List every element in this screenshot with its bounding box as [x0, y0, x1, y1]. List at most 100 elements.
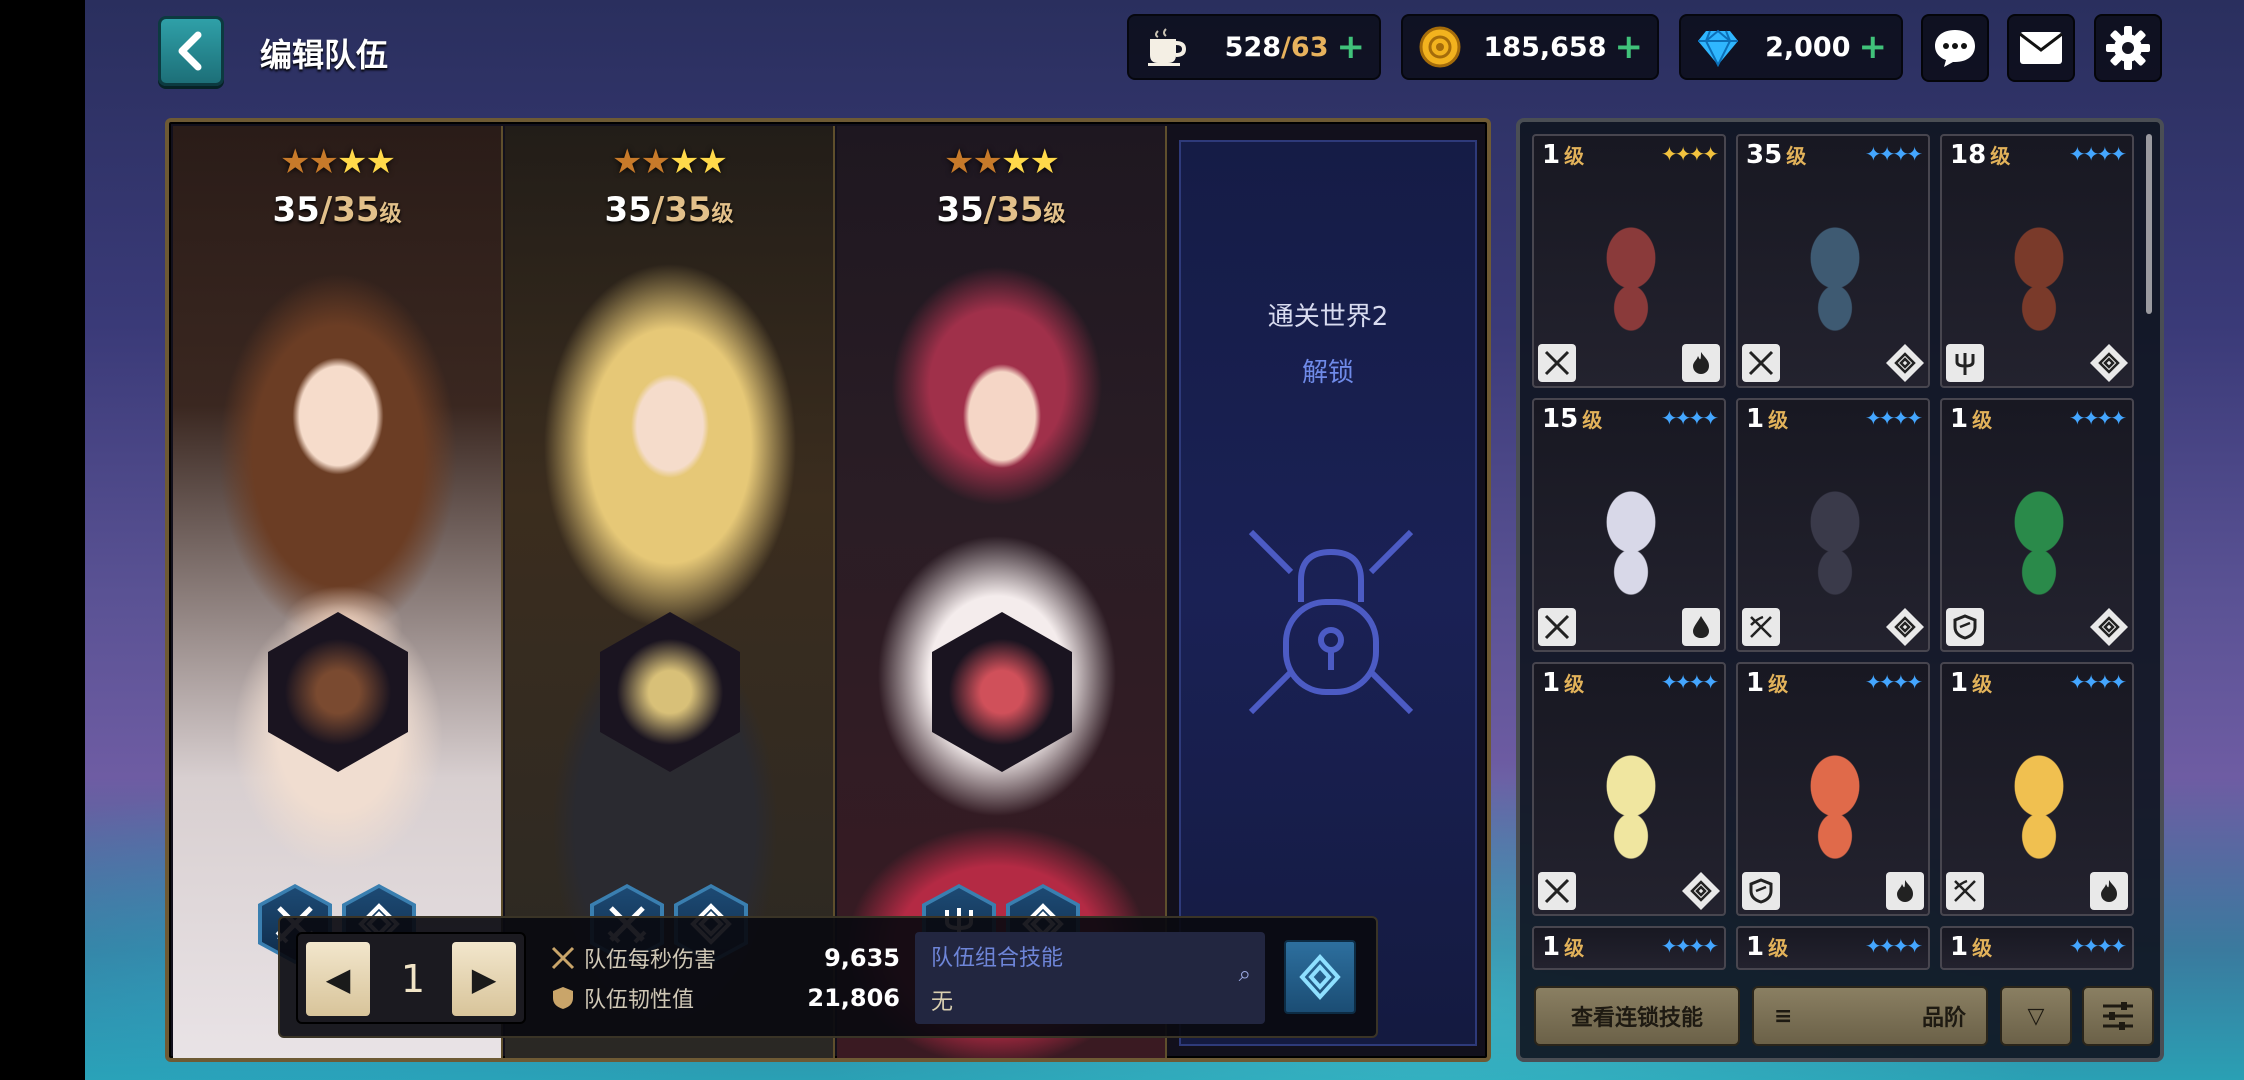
crossed-swords-icon	[551, 946, 575, 970]
hero-roster: 1 级 ✦✦✦✦ 35 级 ✦✦✦✦ 18 级 ✦✦✦✦ 15 级 ✦✦✦✦ 1 级 ✦✦✦✦ 1 级 ✦✦✦✦ 1…	[1516, 118, 2164, 1062]
spiral-icon	[1886, 608, 1924, 646]
stamina-max: 63	[1290, 31, 1329, 63]
star-rating: ✦✦✦✦	[2068, 934, 2127, 958]
add-gold-button[interactable]: +	[1615, 30, 1644, 64]
hero-card-level: 1级	[1950, 404, 1993, 434]
hero-card[interactable]: 1 级 ✦✦✦✦	[1532, 926, 1726, 970]
crossed-bows-icon	[1946, 872, 1984, 910]
star-rating: ✦✦✦✦	[1864, 670, 1923, 694]
hero-card[interactable]: 1 级 ✦✦✦✦	[1940, 398, 2134, 652]
water-icon	[1682, 608, 1720, 646]
filter-button[interactable]	[2082, 986, 2154, 1046]
hero-sprite	[1980, 208, 2098, 340]
fire-icon	[2090, 872, 2128, 910]
search-icon: ⌕	[1238, 962, 1251, 987]
next-team-button[interactable]: ▶	[452, 942, 516, 1016]
unlock-label: 解锁	[1301, 358, 1354, 388]
sort-order-button[interactable]: ▽	[2000, 986, 2072, 1046]
unlock-requirement: 通关世界2	[1267, 302, 1389, 332]
crossed-bows-icon	[1742, 608, 1780, 646]
hero-card[interactable]: 1 级 ✦✦✦✦	[1736, 662, 1930, 916]
star-rating: ✦✦✦✦	[2068, 670, 2127, 694]
hero-card[interactable]: 1 级 ✦✦✦✦	[1736, 926, 1930, 970]
back-button[interactable]	[158, 16, 224, 86]
hero-level: 35/35级	[936, 190, 1066, 230]
hero-card[interactable]: 18 级 ✦✦✦✦	[1940, 134, 2134, 388]
star-rating: ★★★★	[944, 142, 1060, 182]
hero-card[interactable]: 1 级 ✦✦✦✦	[1940, 662, 2134, 916]
stamina-counter: 528/63 +	[1127, 14, 1381, 80]
hero-card[interactable]: 1 级 ✦✦✦✦	[1940, 926, 2134, 970]
locked-team-slot[interactable]: 通关世界2 解锁	[1179, 140, 1477, 1046]
hero-card-level: 15 级	[1542, 404, 1603, 434]
hero-card-level: 18 级	[1950, 140, 2011, 170]
chat-bubble-icon	[1935, 30, 1975, 67]
hero-level: 35/35级	[604, 190, 734, 230]
hero-card-level: 1级	[1950, 932, 1993, 962]
shield-icon	[1946, 608, 1984, 646]
star-rating: ✦✦✦✦	[1864, 934, 1923, 958]
combo-skill-value: 无	[931, 990, 954, 1015]
sliders-icon	[2103, 1002, 2133, 1030]
star-rating: ★★★★	[612, 142, 728, 182]
hero-sprite	[1776, 472, 1894, 604]
combo-skill-button[interactable]	[1284, 940, 1356, 1014]
hero-card-level: 1级	[1542, 932, 1585, 962]
add-gems-button[interactable]: +	[1859, 30, 1888, 64]
list-icon: ≡	[1774, 1003, 1793, 1029]
hero-card[interactable]: 15 级 ✦✦✦✦	[1532, 398, 1726, 652]
chat-button[interactable]	[1921, 14, 1989, 82]
view-chain-skill-button[interactable]: 查看连锁技能	[1534, 986, 1740, 1046]
shield-icon	[553, 987, 573, 1009]
star-rating: ✦✦✦✦	[1864, 142, 1923, 166]
hero-card[interactable]: 35 级 ✦✦✦✦	[1736, 134, 1930, 388]
star-rating: ✦✦✦✦	[1660, 670, 1719, 694]
hero-card-level: 1级	[1950, 668, 1993, 698]
star-rating: ✦✦✦✦	[2068, 142, 2127, 166]
sort-dropdown[interactable]: ≡ 品阶	[1752, 986, 1988, 1046]
hero-card[interactable]: 1 级 ✦✦✦✦	[1736, 398, 1930, 652]
star-rating: ✦✦✦✦	[2068, 406, 2127, 430]
hero-card-level: 1级	[1746, 932, 1789, 962]
padlock-chain-icon	[1248, 529, 1414, 715]
add-stamina-button[interactable]: +	[1337, 30, 1366, 64]
sort-label: 品阶	[1921, 1006, 1966, 1031]
prev-team-button[interactable]: ◀	[306, 942, 370, 1016]
team-dps: 队伍每秒伤害 9,635	[550, 940, 900, 976]
mail-button[interactable]	[2007, 14, 2075, 82]
envelope-icon	[2019, 32, 2063, 64]
triangle-left-icon: ◀	[325, 960, 351, 998]
team-toughness: 队伍韧性值 21,806	[550, 980, 900, 1016]
hero-sprite	[1572, 472, 1690, 604]
roster-scrollbar[interactable]	[2146, 134, 2152, 314]
star-rating: ✦✦✦✦	[1864, 406, 1923, 430]
hero-sprite	[1776, 208, 1894, 340]
team-combo-skill[interactable]: 队伍组合技能 无 ⌕	[915, 932, 1265, 1024]
gear-icon	[2106, 26, 2150, 70]
coffee-cup-icon	[1143, 24, 1189, 70]
hero-sprite	[1980, 472, 2098, 604]
fire-icon	[1886, 872, 1924, 910]
star-rating: ★★★★	[280, 142, 396, 182]
chevron-left-icon	[178, 31, 202, 71]
settings-button[interactable]	[2094, 14, 2162, 82]
swords-icon	[1538, 344, 1576, 382]
hero-card[interactable]: 1 级 ✦✦✦✦	[1532, 134, 1726, 388]
swords-icon	[1538, 872, 1576, 910]
hero-card-level: 35 级	[1746, 140, 1807, 170]
combo-skill-title: 队伍组合技能	[931, 946, 1064, 971]
star-rating: ✦✦✦✦	[1660, 406, 1719, 430]
gem-amount: 2,000	[1765, 31, 1851, 63]
hero-sprite	[1572, 208, 1690, 340]
triangle-right-icon: ▶	[471, 960, 497, 998]
gold-amount: 185,658	[1483, 31, 1607, 63]
swords-icon	[1742, 344, 1780, 382]
stamina-current: 528	[1224, 31, 1282, 63]
star-rating: ✦✦✦✦	[1660, 934, 1719, 958]
team-stats-bar: ◀ 1 ▶ 队伍每秒伤害 9,635 队伍韧性值 21,806 队伍组合技能 无 ⌕	[278, 916, 1378, 1038]
spiral-icon	[2090, 608, 2128, 646]
gold-coin-icon	[1417, 24, 1463, 70]
page-title: 编辑队伍	[260, 36, 389, 74]
hero-card[interactable]: 1 级 ✦✦✦✦	[1532, 662, 1726, 916]
spiral-icon	[1299, 954, 1341, 1000]
